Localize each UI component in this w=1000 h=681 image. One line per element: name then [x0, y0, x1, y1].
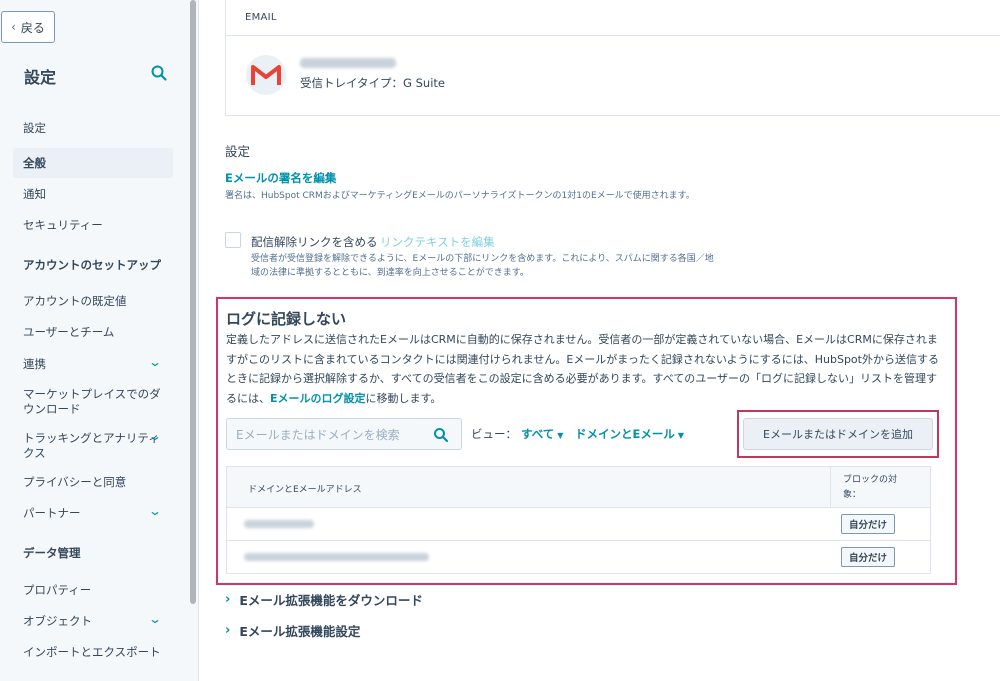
sidebar-item-settings[interactable]: 設定: [23, 121, 46, 136]
domain-redacted: [244, 520, 314, 528]
block-scope-button[interactable]: 自分だけ: [841, 547, 895, 567]
sidebar-heading-data-management: データ管理: [23, 546, 81, 560]
accordion-label: Eメール拡張機能設定: [239, 624, 361, 639]
description-text-end: に移動します。: [365, 391, 442, 405]
main-content: EMAIL 受信トレイタイプ：G Suite 設定 Eメールの署名を編集 署名は…: [200, 0, 1000, 681]
column-header-domain[interactable]: ドメインとEメールアドレス: [248, 482, 362, 495]
search-input[interactable]: Eメールまたはドメインを検索: [226, 418, 462, 450]
sidebar-item-label: トラッキングとアナリティ: [23, 431, 160, 445]
chevron-right-icon: ›: [225, 592, 231, 607]
caret-down-icon: ▼: [557, 431, 564, 440]
table-row: 自分だけ: [227, 541, 930, 574]
sidebar-item-properties[interactable]: プロパティー: [23, 583, 91, 598]
settings-section-title: 設定: [225, 144, 251, 159]
sidebar-item-general[interactable]: 全般: [23, 156, 46, 171]
caret-down-icon: ▼: [677, 431, 685, 440]
column-header-block[interactable]: ブロックの対象：: [843, 473, 913, 503]
accordion-label: Eメール拡張機能をダウンロード: [239, 593, 423, 608]
sidebar-item-objects[interactable]: オブジェクト: [23, 614, 92, 629]
unsubscribe-description: 受信者が受信登録を解除できるように、Eメールの下部にリンクを含めます。これにより…: [251, 254, 714, 278]
chevron-left-icon: ‹: [11, 20, 16, 34]
chevron-down-icon[interactable]: ⌄: [148, 504, 162, 518]
sidebar-item-integrations[interactable]: 連携: [23, 357, 46, 372]
column-divider: [830, 467, 831, 508]
sidebar-item-label: マーケットプレイスでのダ: [23, 387, 161, 401]
sidebar-item-label-line2: クス: [23, 446, 46, 460]
sidebar-item-privacy[interactable]: プライバシーと同意: [23, 475, 126, 490]
block-scope-button[interactable]: 自分だけ: [841, 514, 895, 534]
sidebar-item-import-export[interactable]: インポートとエクスポート: [23, 645, 161, 660]
signature-description: 署名は、HubSpot CRMおよびマーケティングEメールのパーソナライズトーク…: [225, 191, 695, 201]
view-filter-type-dropdown[interactable]: ドメインとEメール ▼: [575, 426, 684, 442]
sidebar-title: 設定: [24, 68, 57, 87]
search-icon: [434, 428, 449, 443]
accordion-extension-settings[interactable]: › Eメール拡張機能設定: [225, 621, 360, 640]
back-button[interactable]: ‹ 戻る: [1, 11, 55, 43]
sidebar-scrollbar[interactable]: [190, 0, 196, 604]
edit-signature-link[interactable]: Eメールの署名を編集: [225, 170, 336, 186]
email-account-card: EMAIL 受信トレイタイプ：G Suite: [225, 0, 1000, 116]
edit-link-text-link[interactable]: リンクテキストを編集: [380, 234, 495, 250]
table-row: 自分だけ: [227, 508, 930, 541]
settings-sidebar: ‹ 戻る 設定 設定 全般 通知 セキュリティー アカウントのセットアップ アカ…: [0, 0, 199, 681]
sidebar-item-marketplace[interactable]: マーケットプレイスでのダ ウンロード: [23, 387, 161, 417]
dropdown-label: すべて: [521, 427, 555, 441]
dropdown-label: ドメインとEメール: [575, 427, 675, 441]
inbox-type: 受信トレイタイプ：G Suite: [300, 76, 445, 90]
do-not-log-section: ログに記録しない 定義したアドレスに送信されたEメールはCRMに自動的に保存され…: [216, 297, 957, 585]
email-redacted: [244, 553, 429, 561]
email-address-redacted: [300, 58, 396, 68]
do-not-log-description: 定義したアドレスに送信されたEメールはCRMに自動的に保存されません。受信者の一…: [226, 330, 941, 408]
unsubscribe-label: 配信解除リンクを含める: [251, 235, 378, 249]
sidebar-item-account-defaults[interactable]: アカウントの既定値: [23, 294, 127, 309]
sidebar-item-label-line2: ウンロード: [23, 402, 81, 416]
back-button-label: 戻る: [20, 20, 45, 35]
sidebar-item-partner[interactable]: パートナー: [23, 506, 81, 521]
sidebar-item-tracking-analytics[interactable]: トラッキングとアナリティ クス: [23, 431, 160, 461]
email-log-settings-link[interactable]: Eメールのログ設定: [270, 392, 366, 405]
sidebar-item-users-teams[interactable]: ユーザーとチーム: [23, 325, 114, 340]
gmail-icon: [246, 55, 286, 95]
do-not-log-table: ドメインとEメールアドレス ブロックの対象： 自分だけ 自分だけ: [226, 466, 931, 574]
email-card-header: EMAIL: [226, 0, 1000, 36]
chevron-right-icon: ›: [225, 623, 231, 638]
chevron-down-icon[interactable]: ⌄: [148, 355, 162, 369]
sidebar-item-security[interactable]: セキュリティー: [23, 218, 103, 233]
sidebar-heading-account-setup: アカウントのセットアップ: [23, 258, 161, 272]
accordion-download-extension[interactable]: › Eメール拡張機能をダウンロード: [225, 590, 423, 609]
search-icon[interactable]: [150, 64, 168, 82]
chevron-down-icon[interactable]: ⌄: [148, 612, 162, 626]
view-label: ビュー：: [471, 427, 517, 441]
sidebar-item-notifications[interactable]: 通知: [23, 187, 46, 202]
add-email-domain-button[interactable]: Eメールまたはドメインを追加: [743, 418, 933, 450]
search-placeholder: Eメールまたはドメインを検索: [236, 427, 400, 442]
view-filter-all-dropdown[interactable]: すべて ▼: [521, 426, 563, 442]
table-header: ドメインとEメールアドレス ブロックの対象：: [227, 467, 930, 508]
unsubscribe-checkbox[interactable]: [225, 232, 241, 248]
chevron-down-icon[interactable]: ⌄: [148, 429, 162, 443]
do-not-log-title: ログに記録しない: [226, 310, 347, 328]
